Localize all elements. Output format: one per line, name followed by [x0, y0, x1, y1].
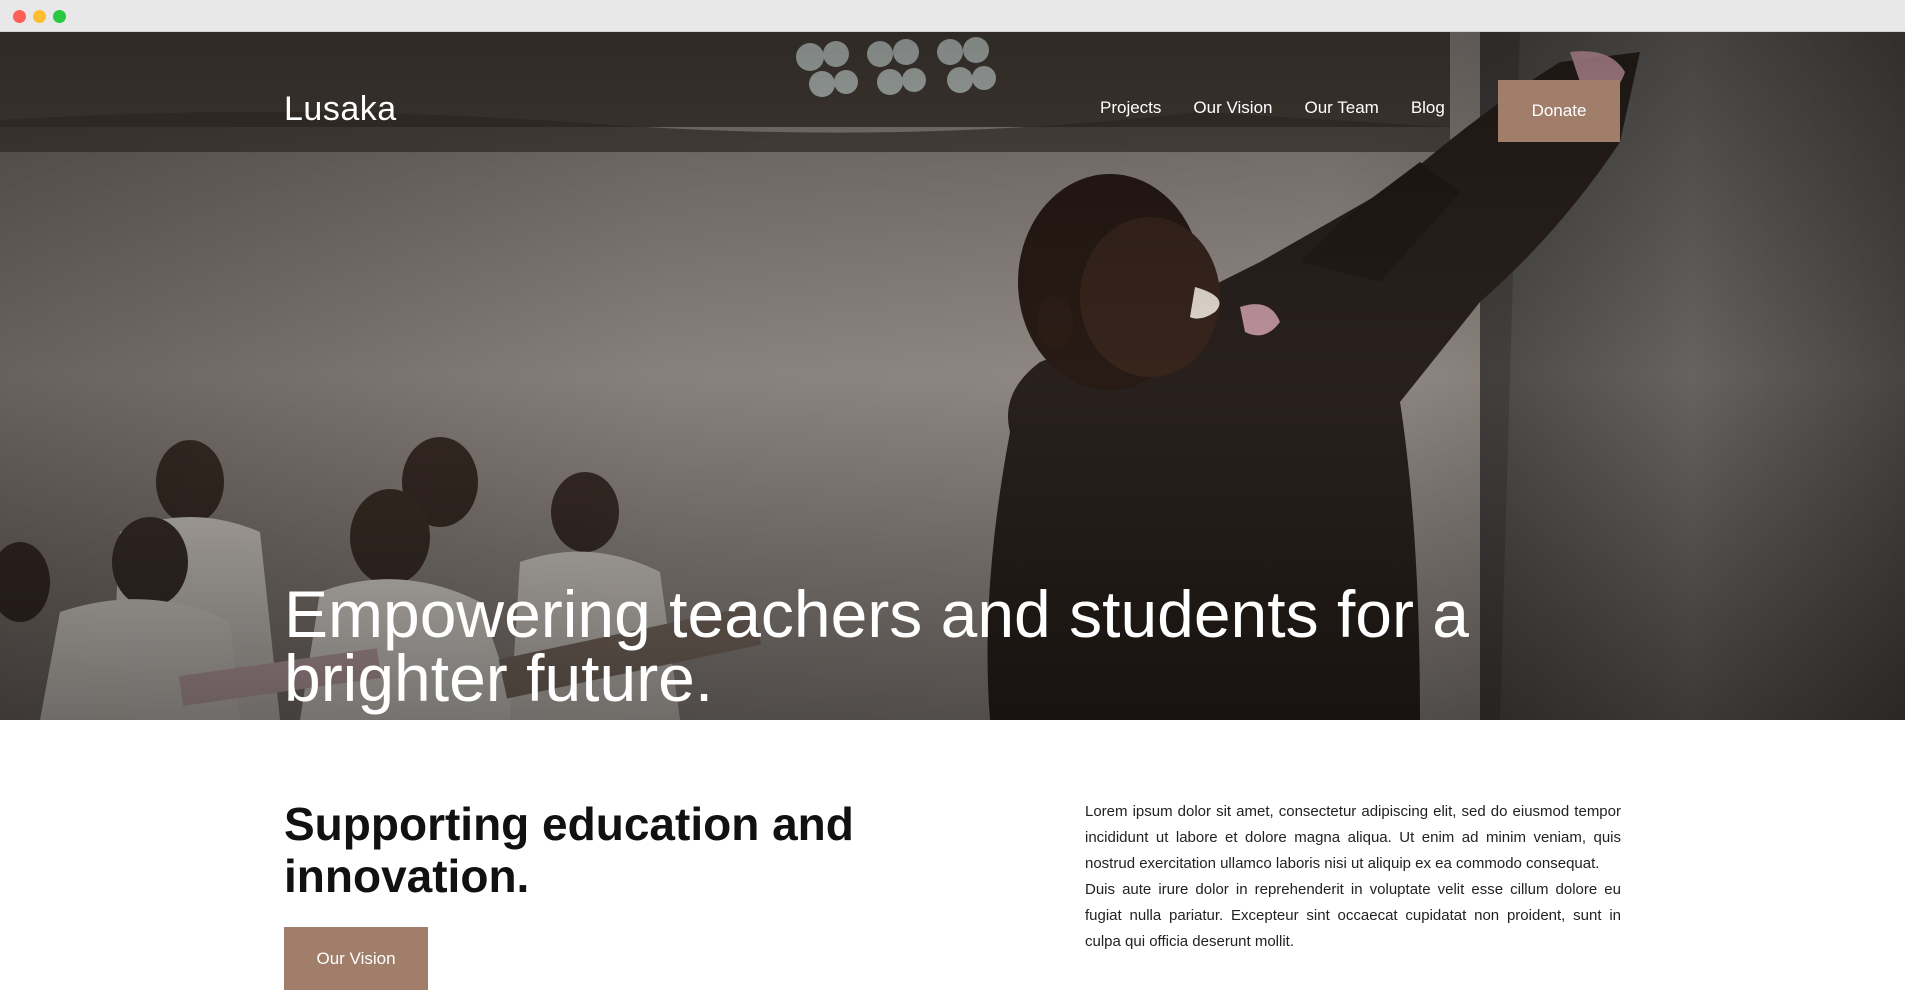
hero-title: Empowering teachers and students for a b…	[284, 577, 1470, 715]
intro-paragraph: Duis aute irure dolor in reprehenderit i…	[1085, 881, 1621, 950]
intro-title: Supporting education and innovation.	[284, 798, 854, 902]
donate-button[interactable]: Donate	[1498, 80, 1620, 142]
browser-titlebar	[0, 0, 1905, 32]
nav-link-blog[interactable]: Blog	[1411, 98, 1445, 118]
maximize-window-button[interactable]	[53, 10, 66, 23]
intro-paragraph: Lorem ipsum dolor sit amet, consectetur …	[1085, 803, 1621, 872]
intro-text: Lorem ipsum dolor sit amet, consectetur …	[1085, 799, 1621, 955]
nav-link-our-team[interactable]: Our Team	[1304, 98, 1378, 118]
hero-section: Lusaka Projects Our Vision Our Team Blog…	[0, 32, 1905, 720]
our-vision-button[interactable]: Our Vision	[284, 927, 428, 990]
main-nav: Projects Our Vision Our Team Blog	[1100, 98, 1477, 118]
nav-link-projects[interactable]: Projects	[1100, 98, 1161, 118]
nav-link-our-vision[interactable]: Our Vision	[1193, 98, 1272, 118]
close-window-button[interactable]	[13, 10, 26, 23]
minimize-window-button[interactable]	[33, 10, 46, 23]
site-logo[interactable]: Lusaka	[284, 90, 397, 129]
